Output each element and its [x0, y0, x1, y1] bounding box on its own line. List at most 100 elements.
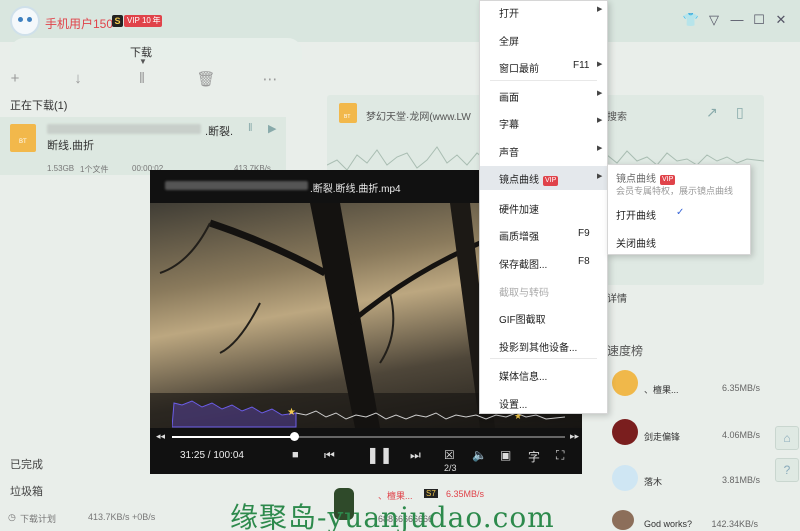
previous-icon[interactable]: ⏮ [324, 448, 335, 463]
menu-item-enhance-shortcut: F9 [578, 228, 590, 239]
rank-speed-1: 6.35MB/s [721, 383, 760, 393]
rank-speed-4: 142.34KB/s [711, 519, 758, 529]
menu-item-cast[interactable]: 投影到其他设备... [480, 335, 607, 357]
add-task-icon[interactable]: + [5, 70, 25, 87]
playlist-icon[interactable]: ☒ [444, 448, 455, 462]
check-icon: ✓ [676, 207, 685, 218]
menu-item-fullscreen[interactable]: 全屏 [480, 29, 607, 51]
menu-item-gif-label: GIF图截取 [499, 315, 546, 326]
menu-item-open[interactable]: 打开 ▶ [480, 1, 607, 23]
task-name-line2: 断线.曲折 [47, 140, 95, 152]
vip-tag: VIP [543, 176, 559, 186]
playlist-page: 2/3 [444, 463, 457, 473]
seek-handle[interactable] [290, 432, 299, 441]
screen-mode-icon[interactable]: ▣ [500, 448, 511, 462]
volume-icon[interactable]: 🔈 [472, 448, 487, 462]
username[interactable]: 手机用户150* [45, 15, 118, 32]
downloading-title[interactable]: 正在下载(1) [10, 97, 67, 113]
download-plan[interactable]: 下载计划 [20, 512, 56, 525]
stop-icon[interactable]: ■ [292, 449, 299, 461]
task-file-count: 1个文件 [80, 165, 109, 174]
year-badge: 年 [151, 15, 162, 27]
tab-download[interactable] [10, 38, 302, 60]
task-name-line1: .断裂. [205, 126, 234, 138]
menu-item-hw-accel[interactable]: 硬件加速 [480, 197, 607, 219]
nav-completed[interactable]: 已完成 [10, 456, 43, 472]
menu-item-subtitle-label: 字幕 [499, 120, 519, 131]
rank-name-1[interactable]: 、檀果... [644, 383, 679, 396]
menu-item-subtitle[interactable]: 字幕 ▶ [480, 112, 607, 134]
next-icon[interactable]: ⏭ [410, 448, 421, 463]
more-icon[interactable]: ⋯ [260, 70, 280, 88]
subtitle-icon[interactable]: 字 [528, 448, 540, 465]
menu-divider [490, 80, 597, 81]
hotspot-curve-text: 镜点曲线 [499, 175, 539, 186]
menu-item-gif[interactable]: GIF图截取 [480, 307, 607, 329]
menu-item-transcode-label: 截取与转码 [499, 288, 549, 299]
submenu-arrow-icon: ▶ [597, 6, 603, 13]
vip-badge: VIP 10 [124, 15, 154, 27]
skin-icon[interactable]: 👕 [682, 12, 700, 28]
menu-item-sound[interactable]: 声音 ▶ [480, 140, 607, 162]
menu-item-screenshot[interactable]: 保存截图... F8 [480, 252, 607, 274]
resource-search[interactable]: 搜索 [607, 108, 627, 123]
rank-name-2[interactable]: 剑走偏锋 [644, 430, 680, 443]
rank-avatar-3[interactable] [612, 465, 638, 491]
level-badge: S [112, 15, 123, 27]
delete-icon[interactable]: 🗑 [196, 70, 216, 88]
menu-item-settings[interactable]: 设置... [480, 392, 607, 414]
task-pause-icon[interactable]: ‖ [248, 122, 253, 134]
schedule-icon[interactable]: ◷ [8, 512, 16, 523]
start-icon[interactable]: ↓ [68, 70, 88, 87]
minimize-icon[interactable]: — [728, 12, 746, 27]
menu-item-cast-label: 投影到其他设备... [499, 343, 578, 354]
rank-avatar-4[interactable] [612, 510, 634, 530]
rank-avatar-2[interactable] [612, 419, 638, 445]
menu-item-transcode[interactable]: 截取与转码 [480, 280, 607, 302]
user-avatar[interactable] [10, 6, 40, 36]
fullscreen-icon[interactable]: ⛶ [556, 448, 564, 463]
help-side-button[interactable]: ? [775, 458, 799, 482]
bt-file-tag: BT [19, 139, 27, 145]
rank-name-3[interactable]: 落木 [644, 475, 662, 488]
nav-trash[interactable]: 垃圾箱 [10, 483, 43, 499]
seek-forward-icon[interactable]: ▸▸ [570, 431, 579, 442]
submenu-open-curve[interactable]: 打开曲线 [616, 207, 656, 222]
bt-file-icon: BT [10, 124, 36, 152]
menu-item-picture-label: 画面 [499, 93, 519, 104]
play-pause-icon[interactable]: ❚❚ [366, 445, 393, 465]
menu-item-always-on-top[interactable]: 窗口最前 F11 ▶ [480, 56, 607, 78]
menu-divider [490, 358, 597, 359]
resource-folder-tag: BT [344, 114, 351, 120]
resource-detail-link[interactable]: 详情 [607, 290, 627, 305]
speed-rank-title: 速度榜 [607, 344, 644, 358]
menu-item-media-info[interactable]: 媒体信息... [480, 364, 607, 386]
seek-back-icon[interactable]: ◂◂ [156, 431, 165, 442]
menu-item-hotspot-curve[interactable]: 镜点曲线 VIP ▶ [480, 166, 607, 190]
task-folder-icon[interactable]: ▶ [268, 122, 276, 135]
menu-item-sound-label: 声音 [499, 148, 519, 159]
player-title: .断裂.断线.曲折.mp4 [310, 184, 401, 195]
close-icon[interactable]: ✕ [772, 12, 790, 28]
submenu-close-curve[interactable]: 关闭曲线 [616, 235, 656, 250]
status-speeds: 413.7KB/s +0B/s [88, 512, 156, 522]
menu-icon[interactable]: ▽ [705, 12, 723, 28]
submenu-title: 镜点曲线 VIP [616, 170, 676, 185]
watermark: 缘聚岛-yuanjudao.com [230, 501, 555, 531]
rank-avatar-1[interactable] [612, 370, 638, 396]
menu-item-picture[interactable]: 画面 ▶ [480, 85, 607, 107]
menu-item-enhance[interactable]: 画质增强 F9 [480, 224, 607, 246]
maximize-icon[interactable]: ☐ [750, 12, 768, 28]
submenu-arrow-icon: ▶ [597, 90, 603, 97]
resource-title[interactable]: 梦幻天堂·龙网(www.LW [366, 108, 471, 123]
menu-item-media-info-label: 媒体信息... [499, 372, 548, 383]
home-side-button[interactable]: ⌂ [775, 426, 799, 450]
pause-icon[interactable]: ‖ [132, 70, 152, 87]
seek-progress [172, 436, 294, 438]
menu-item-hotspot-curve-label: 镜点曲线 VIP [499, 171, 559, 186]
share-icon[interactable]: ↗ [706, 104, 718, 121]
rank-name-4[interactable]: God works? [644, 519, 692, 529]
tab-caret-icon: ▼ [139, 57, 147, 66]
mobile-icon[interactable]: ▯ [736, 104, 744, 121]
menu-item-hw-accel-label: 硬件加速 [499, 205, 539, 216]
